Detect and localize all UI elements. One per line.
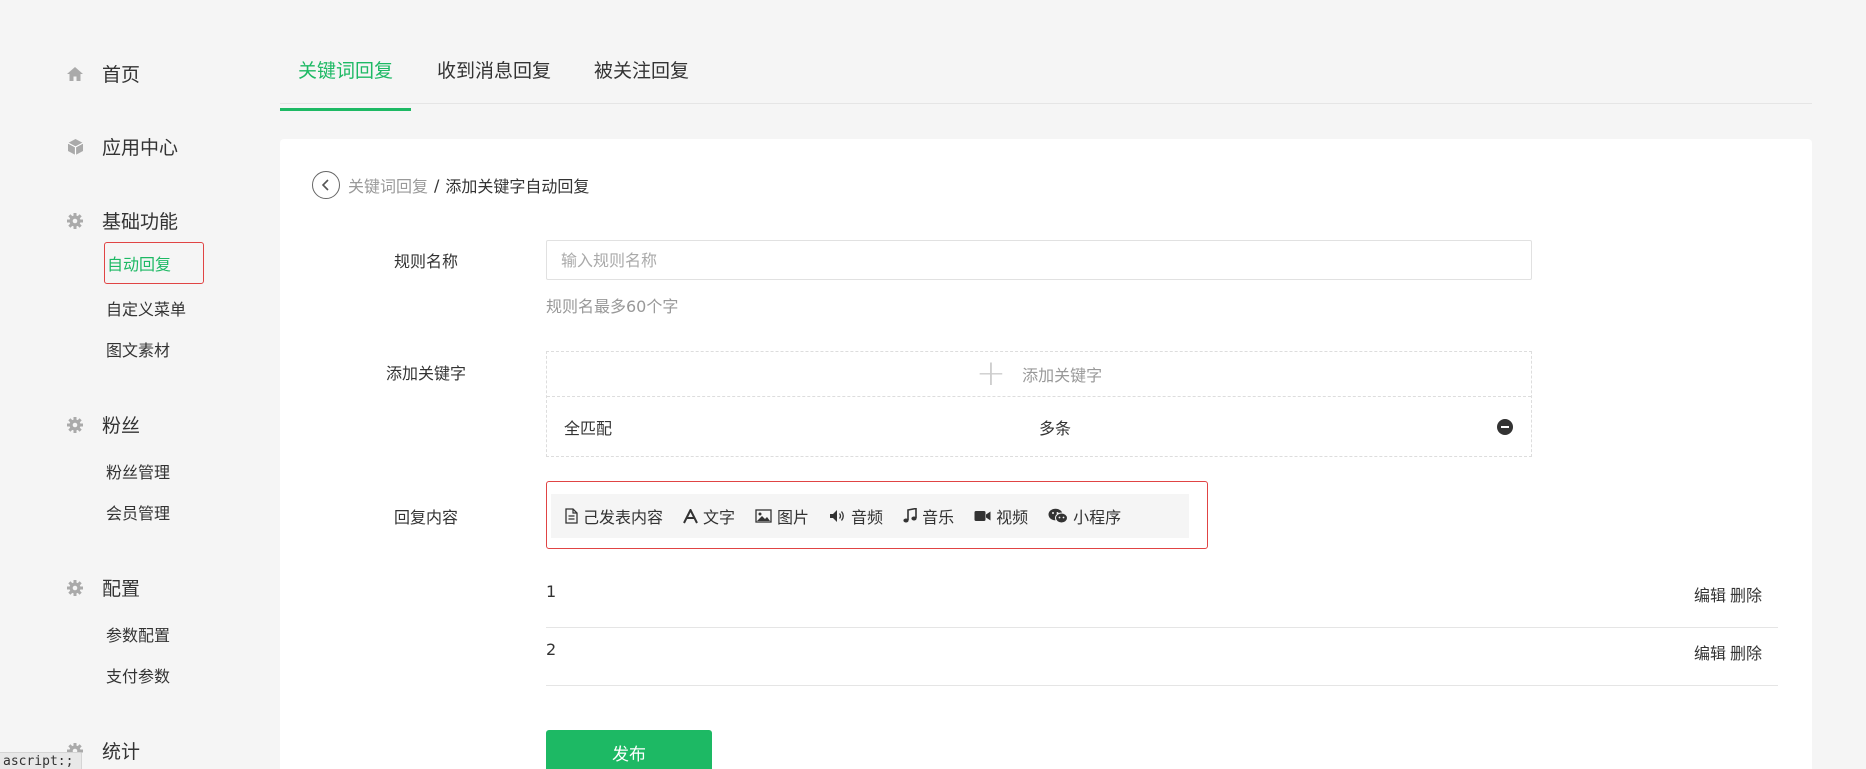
add-keyword-text: 添加关键字 bbox=[1022, 366, 1103, 385]
home-icon bbox=[64, 63, 86, 85]
text-icon bbox=[683, 508, 698, 524]
document-icon bbox=[565, 508, 578, 524]
sidebar-group-label: 配置 bbox=[102, 578, 141, 600]
sidebar: 首页 应用中心 基础功能 自动回复 自定义菜单 图文素材 粉丝 粉丝管理 会员管… bbox=[0, 0, 260, 769]
add-keyword-button[interactable]: + 添加关键字 bbox=[547, 352, 1531, 397]
back-button[interactable] bbox=[312, 171, 340, 199]
reply-index: 1 bbox=[546, 582, 557, 601]
breadcrumb-parent-link[interactable]: 关键词回复 bbox=[348, 173, 428, 197]
keyword-box: + 添加关键字 全匹配 多条 bbox=[546, 351, 1532, 457]
reply-type-image[interactable]: 图片 bbox=[755, 504, 809, 528]
volume-icon bbox=[829, 509, 846, 523]
sidebar-item-member-management[interactable]: 会员管理 bbox=[106, 500, 170, 524]
keyword-label: 添加关键字 bbox=[386, 364, 467, 383]
sidebar-item-payment-params[interactable]: 支付参数 bbox=[106, 663, 170, 687]
edit-reply-button[interactable]: 编辑 bbox=[1694, 582, 1726, 606]
gear-icon bbox=[64, 210, 86, 232]
reply-tabs: 关键词回复 收到消息回复 被关注回复 bbox=[279, 50, 1812, 111]
reply-type-toolbar: 己发表内容 文字 图片 音频 音乐 视频 小程序 bbox=[546, 481, 1208, 549]
reply-list-row: 1 编辑 删除 bbox=[546, 570, 1778, 628]
publish-button[interactable]: 发布 bbox=[546, 730, 712, 769]
wechat-icon bbox=[1048, 508, 1069, 524]
keyword-match-type[interactable]: 全匹配 bbox=[564, 415, 612, 439]
reply-type-mini-program[interactable]: 小程序 bbox=[1048, 504, 1121, 528]
reply-index: 2 bbox=[546, 640, 557, 659]
reply-type-audio[interactable]: 音频 bbox=[829, 504, 883, 528]
edit-reply-button[interactable]: 编辑 bbox=[1694, 640, 1726, 664]
breadcrumb: 关键词回复 / 添加关键字自动回复 bbox=[312, 171, 589, 199]
sidebar-group-basic[interactable]: 基础功能 bbox=[64, 207, 178, 234]
music-icon bbox=[903, 508, 917, 524]
form-card: 关键词回复 / 添加关键字自动回复 规则名称 规则名最多60个字 添加关键字 +… bbox=[280, 139, 1812, 769]
sidebar-item-param-config[interactable]: 参数配置 bbox=[106, 622, 170, 646]
cube-icon bbox=[64, 136, 86, 158]
sidebar-group-label: 粉丝 bbox=[102, 415, 141, 437]
tab-follow-reply[interactable]: 被关注回复 bbox=[594, 56, 689, 110]
gear-icon bbox=[64, 414, 86, 436]
plus-icon: + bbox=[975, 353, 1007, 394]
sidebar-item-graphic-material[interactable]: 图文素材 bbox=[106, 337, 170, 361]
tab-keyword-reply[interactable]: 关键词回复 bbox=[279, 56, 412, 111]
status-bar-link-preview: ascript:; bbox=[0, 752, 83, 769]
remove-keyword-icon[interactable] bbox=[1497, 419, 1513, 435]
delete-reply-button[interactable]: 删除 bbox=[1730, 582, 1762, 606]
sidebar-item-fans-management[interactable]: 粉丝管理 bbox=[106, 459, 170, 483]
image-icon bbox=[755, 509, 772, 523]
reply-list-row: 2 编辑 删除 bbox=[546, 628, 1778, 686]
sidebar-group-app-center[interactable]: 应用中心 bbox=[64, 133, 178, 160]
sidebar-group-home[interactable]: 首页 bbox=[64, 60, 140, 87]
sidebar-group-config[interactable]: 配置 bbox=[64, 574, 140, 601]
gear-icon bbox=[64, 577, 86, 599]
sidebar-item-custom-menu[interactable]: 自定义菜单 bbox=[106, 296, 186, 320]
breadcrumb-current: 添加关键字自动回复 bbox=[445, 177, 590, 196]
reply-type-music[interactable]: 音乐 bbox=[903, 504, 954, 528]
sidebar-group-label: 首页 bbox=[102, 64, 141, 86]
keyword-reply-mode[interactable]: 多条 bbox=[1039, 415, 1071, 439]
tab-message-reply[interactable]: 收到消息回复 bbox=[437, 56, 551, 110]
reply-type-video[interactable]: 视频 bbox=[974, 504, 1028, 528]
rule-name-hint: 规则名最多60个字 bbox=[546, 297, 679, 316]
sidebar-item-auto-reply[interactable]: 自动回复 bbox=[104, 242, 205, 284]
rule-name-label: 规则名称 bbox=[394, 252, 459, 271]
keyword-row: 全匹配 多条 bbox=[547, 397, 1531, 457]
reply-type-published[interactable]: 己发表内容 bbox=[565, 504, 663, 528]
delete-reply-button[interactable]: 删除 bbox=[1730, 640, 1762, 664]
video-icon bbox=[974, 510, 991, 522]
reply-content-label: 回复内容 bbox=[394, 508, 459, 527]
sidebar-group-label: 统计 bbox=[102, 741, 141, 763]
breadcrumb-separator: / bbox=[434, 175, 440, 195]
sidebar-group-label: 基础功能 bbox=[102, 211, 179, 233]
reply-type-text[interactable]: 文字 bbox=[683, 504, 735, 528]
chevron-left-icon bbox=[321, 179, 329, 191]
sidebar-group-label: 应用中心 bbox=[102, 137, 179, 159]
sidebar-group-fans[interactable]: 粉丝 bbox=[64, 411, 140, 438]
rule-name-input[interactable] bbox=[546, 240, 1532, 280]
